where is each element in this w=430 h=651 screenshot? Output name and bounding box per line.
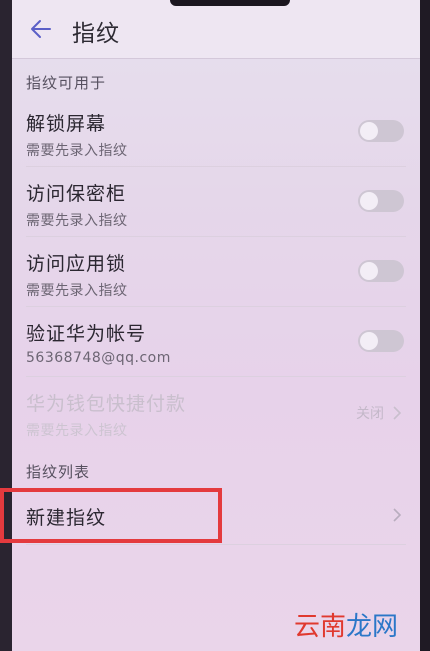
setting-title: 华为钱包快捷付款 bbox=[26, 393, 187, 415]
divider bbox=[26, 376, 406, 377]
setting-subtitle: 需要先录入指纹 bbox=[26, 423, 128, 439]
app-bar: 指纹 bbox=[12, 0, 420, 59]
divider bbox=[26, 166, 406, 167]
setting-subtitle: 需要先录入指纹 bbox=[26, 143, 128, 159]
setting-title: 解锁屏幕 bbox=[26, 113, 107, 135]
setting-title: 验证华为帐号 bbox=[26, 323, 147, 345]
app-lock-toggle[interactable] bbox=[358, 260, 404, 282]
huawei-account-toggle[interactable] bbox=[358, 330, 404, 352]
setting-subtitle: 需要先录入指纹 bbox=[26, 283, 128, 299]
wallet-status: 关闭 bbox=[356, 406, 384, 422]
setting-row-unlock-screen[interactable]: 解锁屏幕 需要先录入指纹 bbox=[26, 101, 406, 167]
annotation-highlight-box bbox=[0, 488, 222, 543]
setting-row-wallet-payment: 华为钱包快捷付款 需要先录入指纹 关闭 bbox=[26, 381, 406, 447]
setting-row-safe-box[interactable]: 访问保密柜 需要先录入指纹 bbox=[26, 171, 406, 237]
divider bbox=[26, 306, 406, 307]
divider bbox=[26, 236, 406, 237]
safe-box-toggle[interactable] bbox=[358, 190, 404, 212]
setting-row-huawei-account[interactable]: 验证华为帐号 56368748@qq.com bbox=[26, 311, 406, 377]
setting-title: 访问应用锁 bbox=[26, 253, 127, 275]
back-arrow-icon[interactable] bbox=[30, 18, 52, 40]
toggle-knob bbox=[360, 122, 378, 140]
setting-title: 访问保密柜 bbox=[26, 183, 127, 205]
section-header-usage: 指纹可用于 bbox=[26, 74, 107, 92]
setting-subtitle: 需要先录入指纹 bbox=[26, 213, 128, 229]
toggle-knob bbox=[360, 192, 378, 210]
toggle-knob bbox=[360, 332, 378, 350]
chevron-right-icon bbox=[393, 406, 402, 420]
unlock-screen-toggle[interactable] bbox=[358, 120, 404, 142]
phone-notch bbox=[170, 0, 290, 6]
watermark: 云南龙网 bbox=[294, 612, 399, 642]
phone-screen: 指纹 指纹可用于 解锁屏幕 需要先录入指纹 访问保密柜 需要先录入指纹 访问应用… bbox=[12, 0, 420, 651]
chevron-right-icon bbox=[393, 508, 402, 522]
phone-frame-right bbox=[420, 0, 430, 651]
page-title: 指纹 bbox=[72, 21, 120, 47]
section-header-fingerprint-list: 指纹列表 bbox=[26, 463, 91, 481]
divider bbox=[26, 544, 406, 545]
setting-row-app-lock[interactable]: 访问应用锁 需要先录入指纹 bbox=[26, 241, 406, 307]
account-email: 56368748@qq.com bbox=[26, 350, 171, 366]
phone-frame-left bbox=[0, 0, 12, 651]
toggle-knob bbox=[360, 262, 378, 280]
